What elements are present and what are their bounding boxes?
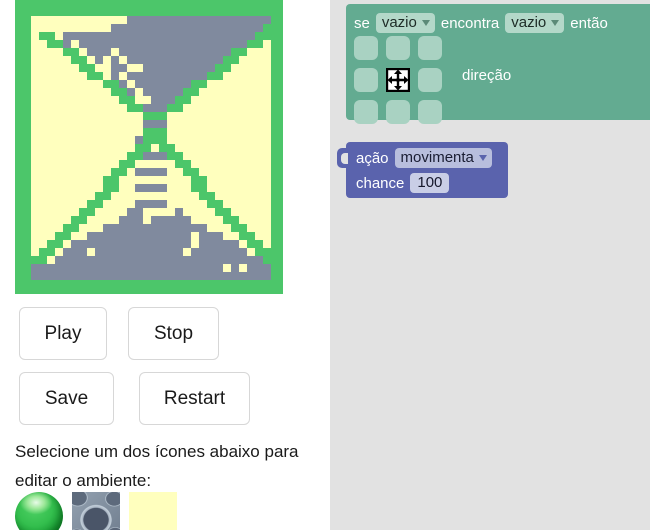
- chance-label: chance: [356, 174, 405, 192]
- palette-instruction-text: Selecione um dos ícones abaixo para edit…: [15, 442, 299, 490]
- verb-label: encontra: [440, 14, 500, 32]
- empty-icon[interactable]: [129, 492, 177, 530]
- action-block[interactable]: ação movimenta chance 100: [337, 142, 508, 198]
- stop-button[interactable]: Stop: [128, 307, 219, 360]
- creature-icon[interactable]: [15, 492, 63, 530]
- action-dropdown[interactable]: movimenta: [394, 148, 492, 168]
- direction-cell-sw[interactable]: [354, 100, 378, 124]
- chance-value-input[interactable]: 100: [410, 173, 450, 193]
- save-button[interactable]: Save: [19, 372, 114, 425]
- keyword-then-label: então: [570, 14, 608, 32]
- restart-button[interactable]: Restart: [139, 372, 250, 425]
- keyword-if-label: se: [354, 14, 370, 32]
- direction-cell-n[interactable]: [386, 36, 410, 60]
- control-button-row-primary: Play Stop: [19, 307, 219, 360]
- direction-label: direção: [462, 67, 512, 84]
- action-dropdown-value: movimenta: [400, 149, 474, 166]
- chance-row: chance 100: [356, 173, 450, 193]
- condition-header: se vazio encontra vazio então: [354, 13, 608, 33]
- action-row: ação movimenta: [356, 148, 492, 168]
- subject-dropdown[interactable]: vazio: [375, 13, 435, 33]
- direction-cell-se[interactable]: [418, 100, 442, 124]
- block-connector-tab-icon: [337, 148, 348, 168]
- move-cursor-icon: [386, 68, 410, 92]
- environment-canvas-wrapper[interactable]: [15, 0, 283, 294]
- object-dropdown[interactable]: vazio: [505, 13, 565, 33]
- rock-icon[interactable]: [72, 492, 120, 530]
- object-dropdown-value: vazio: [511, 14, 547, 31]
- control-button-row-secondary: Save Restart: [19, 372, 250, 425]
- direction-grid: [354, 36, 442, 124]
- rule-editor-panel: se vazio encontra vazio então direção aç…: [330, 0, 650, 530]
- direction-cell-e[interactable]: [418, 68, 442, 92]
- chevron-down-icon: [478, 154, 487, 161]
- chevron-down-icon: [551, 19, 560, 26]
- direction-cell-w[interactable]: [354, 68, 378, 92]
- play-button[interactable]: Play: [19, 307, 107, 360]
- chevron-down-icon: [421, 19, 430, 26]
- action-label: ação: [356, 149, 389, 167]
- direction-cell-center[interactable]: [386, 68, 410, 92]
- environment-canvas[interactable]: [15, 0, 283, 294]
- direction-cell-nw[interactable]: [354, 36, 378, 60]
- direction-cell-s[interactable]: [386, 100, 410, 124]
- direction-cell-ne[interactable]: [418, 36, 442, 60]
- icon-palette: [15, 492, 177, 530]
- condition-block[interactable]: se vazio encontra vazio então direção: [346, 4, 650, 124]
- simulation-panel: Play Stop Save Restart Selecione um dos …: [0, 0, 330, 530]
- subject-dropdown-value: vazio: [381, 14, 417, 31]
